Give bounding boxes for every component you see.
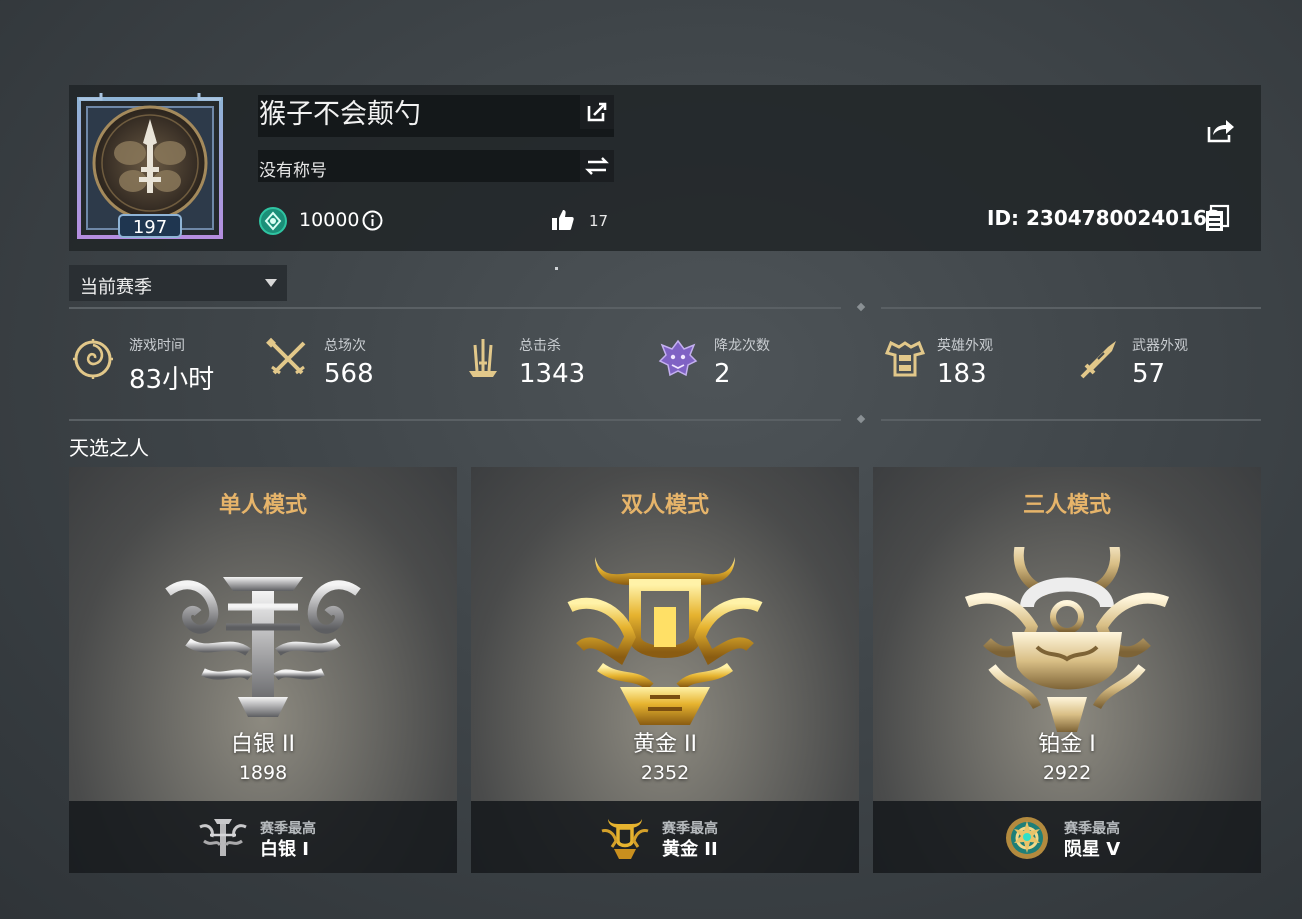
stat-weapon-skins: 武器外观 57 <box>1072 333 1261 397</box>
weapon-icon <box>1080 341 1116 379</box>
sword-cluster-icon <box>469 339 497 377</box>
stat-value: 1343 <box>519 359 586 389</box>
meteor-best-rank-icon <box>1006 817 1048 859</box>
currency-value: 10000 <box>299 209 360 231</box>
stat-dragon-slays: 降龙次数 2 <box>654 333 844 397</box>
stat-hero-skins: 英雄外观 183 <box>877 333 1067 397</box>
divider-diamond <box>856 414 866 424</box>
stat-value: 2 <box>714 359 731 389</box>
copy-icon[interactable] <box>1203 204 1231 232</box>
stat-label: 总场次 <box>324 338 366 354</box>
currency-icon <box>259 207 287 235</box>
mode-title: 双人模式 <box>620 493 709 518</box>
thumbs-up-icon[interactable] <box>551 208 575 232</box>
stat-value: 568 <box>324 359 374 389</box>
player-id: ID: 23047800240163 <box>987 206 1221 230</box>
stat-total-kills: 总击杀 1343 <box>459 333 649 397</box>
divider-top-left <box>69 307 841 309</box>
stat-value: 183 <box>937 359 987 389</box>
edit-icon <box>587 102 607 122</box>
player-name: 猴子不会颠勺 <box>259 99 421 130</box>
crossed-swords-icon <box>266 337 306 375</box>
stat-label: 游戏时间 <box>129 338 185 354</box>
current-rank: 白银 II <box>231 732 295 757</box>
chevron-down-icon <box>265 279 277 287</box>
stat-label: 英雄外观 <box>937 338 993 354</box>
season-best-bar: 赛季最高 白银 I <box>69 801 457 873</box>
current-rank: 黄金 II <box>633 732 697 757</box>
stat-label: 降龙次数 <box>714 338 770 354</box>
season-best-bar: 赛季最高 陨星 V <box>873 801 1261 873</box>
profile-panel: 197 猴子不会颠勺 没有称号 10000 17 ID: 23047800240… <box>69 85 1261 251</box>
stat-value: 57 <box>1132 359 1166 389</box>
season-best-rank: 陨星 V <box>1064 839 1121 860</box>
stat-label: 武器外观 <box>1132 338 1188 354</box>
rank-score: 2352 <box>640 762 690 784</box>
current-rank: 铂金 I <box>1038 732 1096 757</box>
gold-rank-emblem-icon <box>567 557 763 725</box>
dragon-head-icon <box>658 339 698 377</box>
gold-best-rank-icon <box>601 819 649 859</box>
season-select[interactable]: 当前赛季 <box>69 265 287 301</box>
share-icon[interactable] <box>1203 115 1237 145</box>
rank-card-trio[interactable]: 三人模式 铂金 I 2922 赛季最高 陨星 V <box>873 467 1261 873</box>
season-select-value: 当前赛季 <box>80 277 152 298</box>
swap-icon <box>585 157 609 175</box>
divider-bottom-right <box>881 419 1261 421</box>
rank-card-solo[interactable]: 单人模式 白银 II 1898 赛季最高 白银 I <box>69 467 457 873</box>
avatar[interactable]: 197 <box>75 93 225 243</box>
armor-icon <box>884 340 926 377</box>
change-title-button[interactable] <box>580 150 614 182</box>
vortex-icon <box>73 339 113 379</box>
stat-value: 83小时 <box>129 365 215 395</box>
silver-best-rank-icon <box>199 819 247 856</box>
stat-play-time: 游戏时间 83小时 <box>69 333 259 397</box>
rank-score: 1898 <box>238 762 288 784</box>
season-best-rank: 白银 I <box>260 839 309 860</box>
info-icon[interactable] <box>362 210 383 231</box>
decorative-dot <box>555 267 558 270</box>
rank-score: 2922 <box>1042 762 1092 784</box>
stat-total-matches: 总场次 568 <box>264 333 454 397</box>
mode-title: 三人模式 <box>1022 493 1111 518</box>
likes-count: 17 <box>589 212 609 230</box>
player-title-box: 没有称号 <box>258 150 614 182</box>
section-title: 天选之人 <box>69 436 149 460</box>
platinum-rank-emblem-icon <box>964 547 1170 732</box>
season-best-bar: 赛季最高 黄金 II <box>471 801 859 873</box>
stat-label: 总击杀 <box>519 338 561 354</box>
player-name-box: 猴子不会颠勺 <box>258 95 614 137</box>
player-title: 没有称号 <box>259 161 327 181</box>
divider-bottom-left <box>69 419 841 421</box>
season-best-rank: 黄金 II <box>662 839 718 860</box>
rank-card-duo[interactable]: 双人模式 黄金 II 2352 赛季最高 黄金 II <box>471 467 859 873</box>
divider-diamond <box>856 302 866 312</box>
level-badge: 197 <box>132 217 168 238</box>
edit-name-button[interactable] <box>580 95 614 129</box>
divider-top-right <box>881 307 1261 309</box>
mode-title: 单人模式 <box>218 493 307 518</box>
silver-rank-emblem-icon <box>165 577 361 717</box>
